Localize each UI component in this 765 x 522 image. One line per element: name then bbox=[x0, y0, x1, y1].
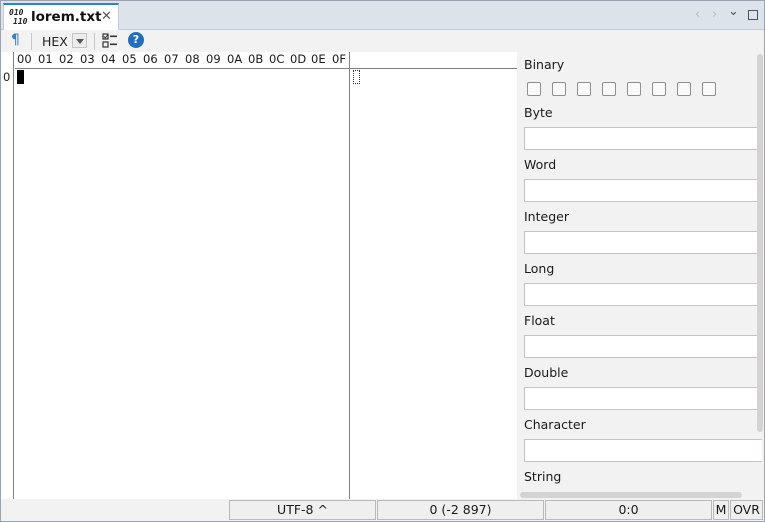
column-header: 04 bbox=[101, 52, 116, 66]
help-icon[interactable]: ? bbox=[128, 32, 144, 48]
column-header: 0A bbox=[227, 52, 243, 66]
previous-tab-icon[interactable]: ‹ bbox=[695, 7, 700, 22]
row-position-label: 0 bbox=[3, 70, 11, 84]
column-header: 06 bbox=[143, 52, 158, 66]
status-bar: UTF-8 ^ 0 (-2 897) 0:0 M OVR bbox=[1, 499, 764, 521]
column-header: 01 bbox=[38, 52, 53, 66]
toolbar-separator bbox=[94, 33, 95, 50]
bit-checkbox-7[interactable] bbox=[527, 82, 541, 96]
layout-settings-icon[interactable] bbox=[102, 33, 118, 49]
next-tab-icon[interactable]: › bbox=[712, 7, 717, 22]
maximize-icon[interactable] bbox=[748, 10, 758, 20]
long-field[interactable] bbox=[524, 283, 762, 306]
code-type-value: HEX bbox=[42, 34, 68, 49]
memory-mode-status[interactable]: M bbox=[713, 500, 729, 520]
word-label: Word bbox=[524, 157, 557, 172]
column-header: 07 bbox=[164, 52, 179, 66]
character-label: Character bbox=[524, 417, 586, 432]
binary-label: Binary bbox=[524, 57, 565, 72]
pane-divider bbox=[349, 52, 350, 499]
column-header: 03 bbox=[80, 52, 95, 66]
cursor-position-status: 0:0 bbox=[545, 500, 712, 520]
float-label: Float bbox=[524, 313, 555, 328]
close-tab-icon[interactable]: ✕ bbox=[101, 9, 112, 24]
byte-label: Byte bbox=[524, 105, 553, 120]
column-header: 05 bbox=[122, 52, 137, 66]
bit-checkbox-0[interactable] bbox=[702, 82, 716, 96]
double-label: Double bbox=[524, 365, 569, 380]
tab-title: lorem.txt bbox=[31, 9, 102, 25]
column-header: 0F bbox=[332, 52, 346, 66]
column-header: 0B bbox=[248, 52, 264, 66]
bit-checkbox-6[interactable] bbox=[552, 82, 566, 96]
integer-field[interactable] bbox=[524, 231, 762, 254]
bit-checkbox-1[interactable] bbox=[677, 82, 691, 96]
encoding-selector[interactable]: UTF-8 ^ bbox=[229, 500, 376, 520]
bit-checkbox-3[interactable] bbox=[627, 82, 641, 96]
toolbar: ¶ HEX ? bbox=[1, 30, 764, 52]
word-field[interactable] bbox=[524, 179, 762, 202]
long-label: Long bbox=[524, 261, 555, 276]
tab-bar: 010 110 lorem.txt ✕ ‹ › ⌄ bbox=[1, 1, 764, 31]
tab-lorem-txt[interactable]: 010 110 lorem.txt ✕ bbox=[3, 3, 119, 31]
code-type-select[interactable]: HEX bbox=[39, 32, 89, 50]
binary-file-icon: 010 110 bbox=[9, 8, 28, 26]
bit-checkbox-2[interactable] bbox=[652, 82, 666, 96]
column-header: 09 bbox=[206, 52, 221, 66]
column-header: 08 bbox=[185, 52, 200, 66]
character-field[interactable] bbox=[524, 439, 762, 462]
bit-checkbox-4[interactable] bbox=[602, 82, 616, 96]
values-panel-horizontal-scrollbar[interactable] bbox=[520, 492, 742, 498]
tab-list-chevron-icon[interactable]: ⌄ bbox=[728, 4, 739, 19]
toolbar-separator bbox=[31, 33, 32, 50]
show-unprintables-icon[interactable]: ¶ bbox=[11, 32, 20, 48]
chevron-down-icon[interactable] bbox=[72, 33, 87, 48]
string-label: String bbox=[524, 469, 562, 484]
hex-editor[interactable]: 00 01 02 03 04 05 06 07 08 09 0A 0B 0C 0… bbox=[1, 52, 517, 499]
column-header: 02 bbox=[59, 52, 74, 66]
float-field[interactable] bbox=[524, 335, 762, 358]
editor-window: 010 110 lorem.txt ✕ ‹ › ⌄ ¶ HEX ? 00 01 … bbox=[0, 0, 765, 522]
position-status: 0 (-2 897) bbox=[377, 500, 544, 520]
preview-cursor bbox=[353, 70, 360, 84]
hex-cursor bbox=[17, 70, 24, 84]
edit-mode-status[interactable]: OVR bbox=[730, 500, 763, 520]
byte-field[interactable] bbox=[524, 127, 762, 150]
values-panel: Binary Byte Word Integer Long Float Doub… bbox=[517, 52, 764, 499]
row-position-gutter bbox=[1, 52, 14, 499]
integer-label: Integer bbox=[524, 209, 569, 224]
column-header: 0C bbox=[269, 52, 285, 66]
column-header: 00 bbox=[17, 52, 32, 66]
double-field[interactable] bbox=[524, 387, 762, 410]
values-panel-vertical-scrollbar[interactable] bbox=[757, 54, 763, 432]
column-header-row: 00 01 02 03 04 05 06 07 08 09 0A 0B 0C 0… bbox=[15, 52, 517, 69]
column-header: 0D bbox=[290, 52, 307, 66]
column-header: 0E bbox=[311, 52, 326, 66]
bit-checkbox-5[interactable] bbox=[577, 82, 591, 96]
